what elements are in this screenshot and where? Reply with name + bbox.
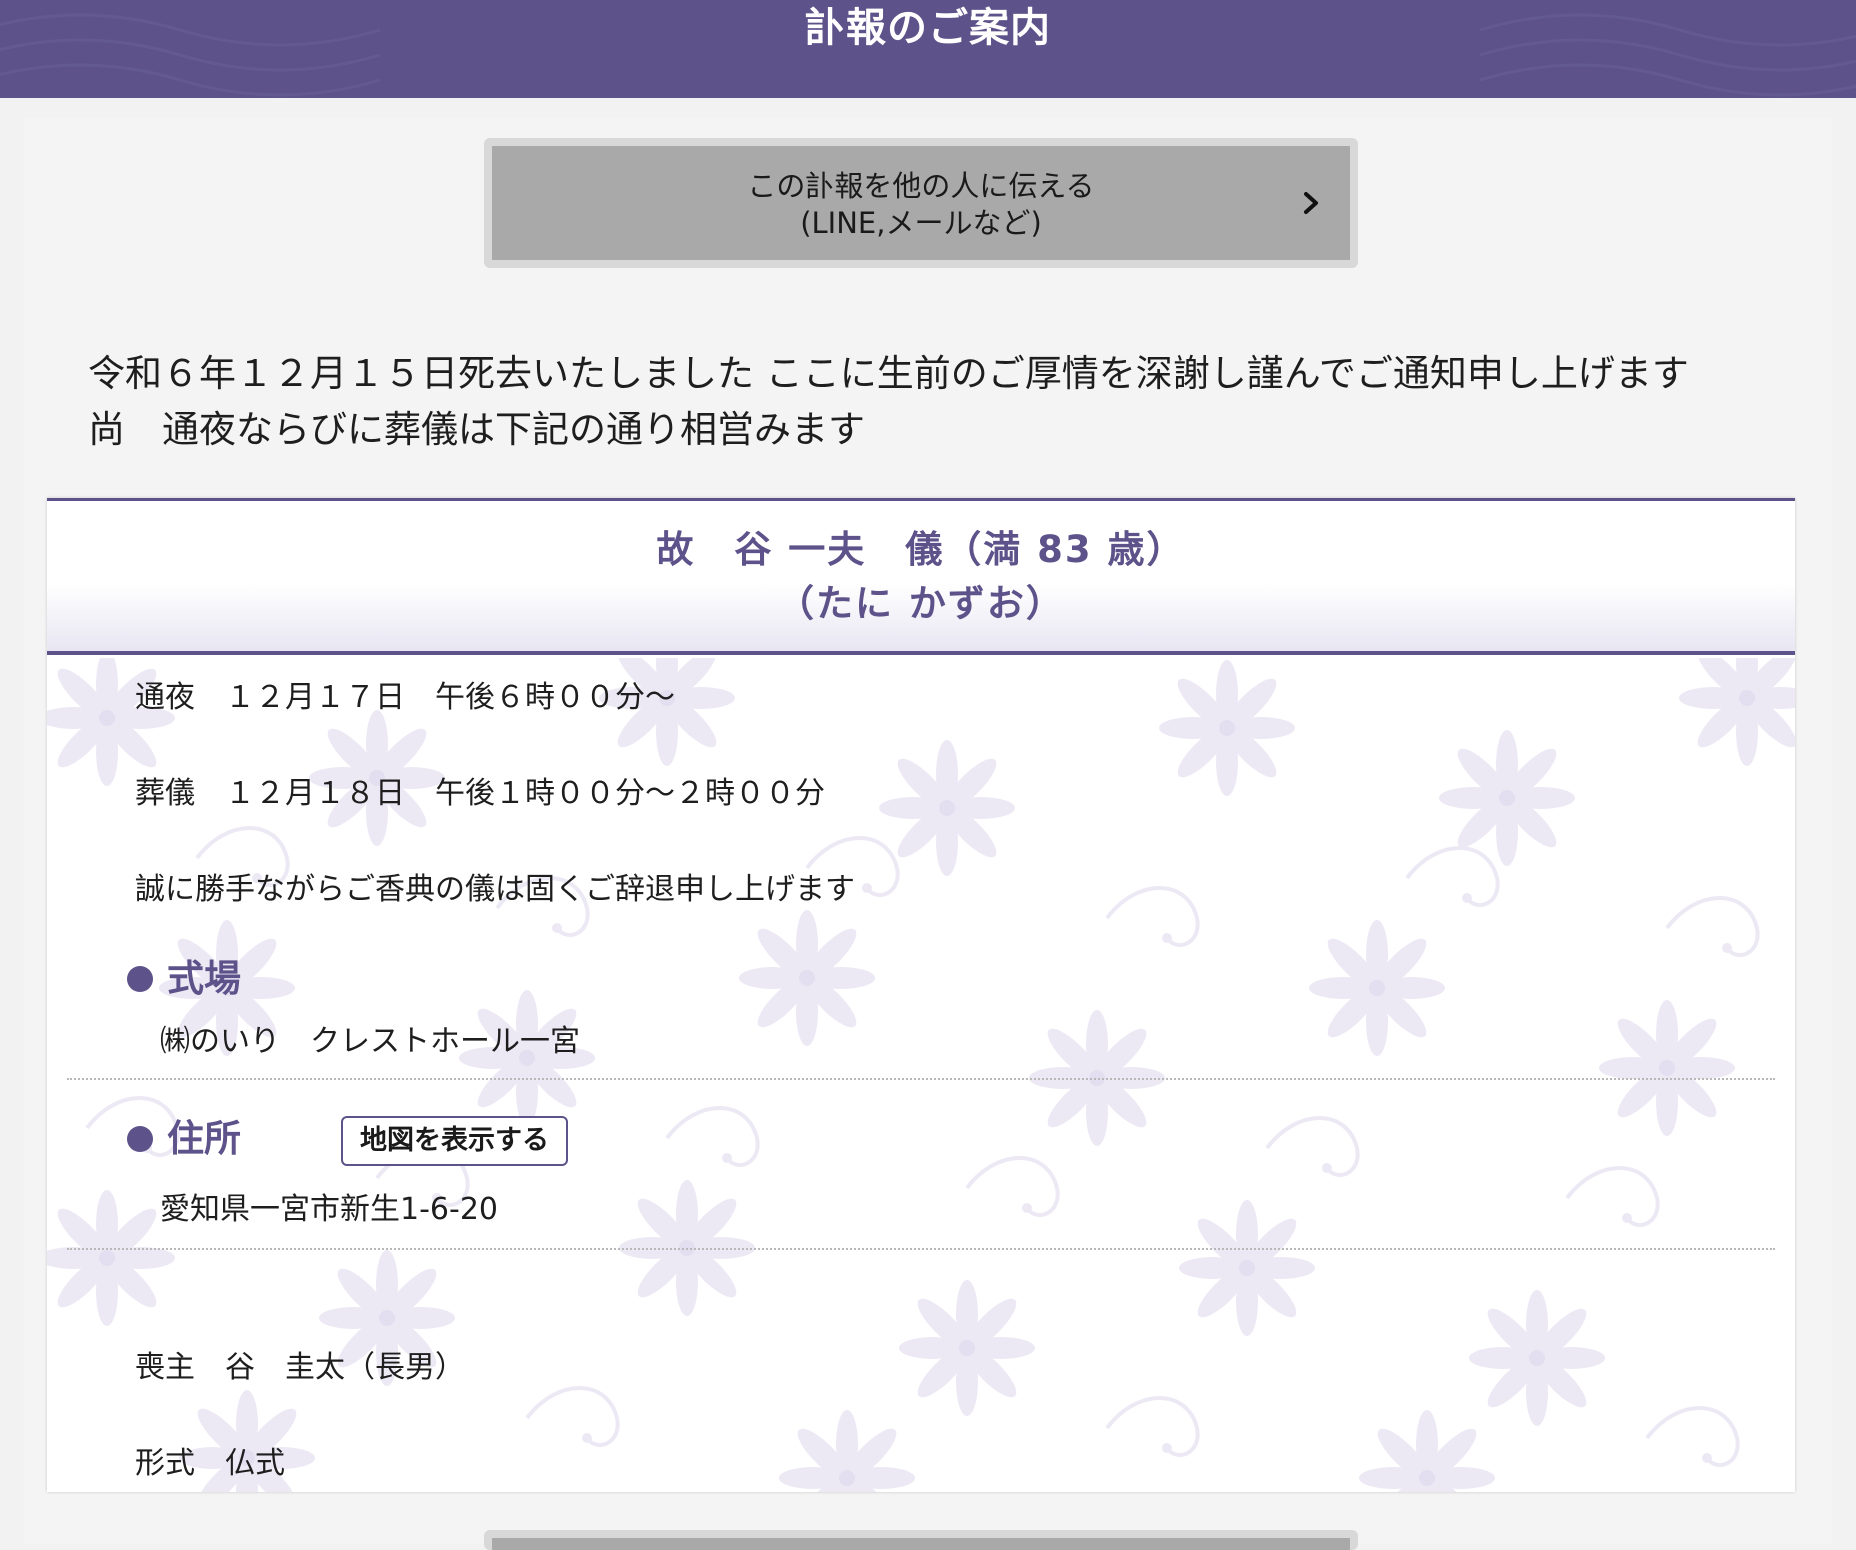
venue-name: ㈱のいり クレストホール一宮 xyxy=(160,1024,580,1059)
address-heading-label: 住所 xyxy=(167,1117,241,1160)
venue-heading-label: 式場 xyxy=(167,957,241,1000)
next-button-frame xyxy=(484,1530,1358,1550)
divider xyxy=(67,1078,1775,1080)
share-obituary-button[interactable]: この訃報を他の人に伝える (LINE,メールなど) xyxy=(492,146,1350,260)
wake-schedule: 通夜 １２月１７日 午後６時００分〜 xyxy=(135,680,675,715)
chevron-right-icon xyxy=(1304,192,1318,214)
deceased-name: 故 谷 一夫 儀（満 83 歳） xyxy=(656,528,1186,571)
chief-mourner: 喪主 谷 圭太（長男） xyxy=(135,1350,465,1385)
show-map-button[interactable]: 地図を表示する xyxy=(341,1116,568,1166)
obituary-card: 故 谷 一夫 儀（満 83 歳） （たに かずお） 通夜 １２月１７日 午後６時… xyxy=(47,498,1795,1492)
page-title: 訃報のご案内 xyxy=(805,5,1051,51)
card-header: 故 谷 一夫 儀（満 83 歳） （たに かずお） xyxy=(47,501,1795,655)
card-body: 通夜 １２月１７日 午後６時００分〜 葬儀 １２月１８日 午後１時００分〜２時０… xyxy=(47,658,1795,1492)
announcement-text: 令和６年１２月１５日死去いたしました ここに生前のご厚情を深謝し謹んでご通知申し… xyxy=(88,346,1788,458)
venue-heading: 式場 xyxy=(127,956,241,1002)
ceremony-form: 形式 仏式 xyxy=(135,1446,285,1481)
share-button-frame: この訃報を他の人に伝える (LINE,メールなど) xyxy=(484,138,1358,268)
condolence-gift-notice: 誠に勝手ながらご香典の儀は固くご辞退申し上げます xyxy=(135,872,855,907)
address-heading: 住所 地図を表示する xyxy=(127,1116,568,1166)
bullet-icon xyxy=(127,1126,153,1152)
page-header: 訃報のご案内 xyxy=(0,0,1856,98)
share-button-sublabel: (LINE,メールなど) xyxy=(800,206,1042,240)
address-value: 愛知県一宮市新生1-6-20 xyxy=(160,1192,498,1227)
bullet-icon xyxy=(127,966,153,992)
divider xyxy=(67,1248,1775,1250)
next-button[interactable] xyxy=(492,1538,1350,1550)
deceased-name-reading: （たに かずお） xyxy=(777,582,1065,625)
announcement-line-2: 尚 通夜ならびに葬儀は下記の通り相営みます xyxy=(88,408,865,451)
announcement-line-1: 令和６年１２月１５日死去いたしました ここに生前のご厚情を深謝し謹んでご通知申し… xyxy=(88,352,1689,395)
share-button-label: この訃報を他の人に伝える xyxy=(747,169,1095,203)
funeral-schedule: 葬儀 １２月１８日 午後１時００分〜２時００分 xyxy=(135,776,825,811)
